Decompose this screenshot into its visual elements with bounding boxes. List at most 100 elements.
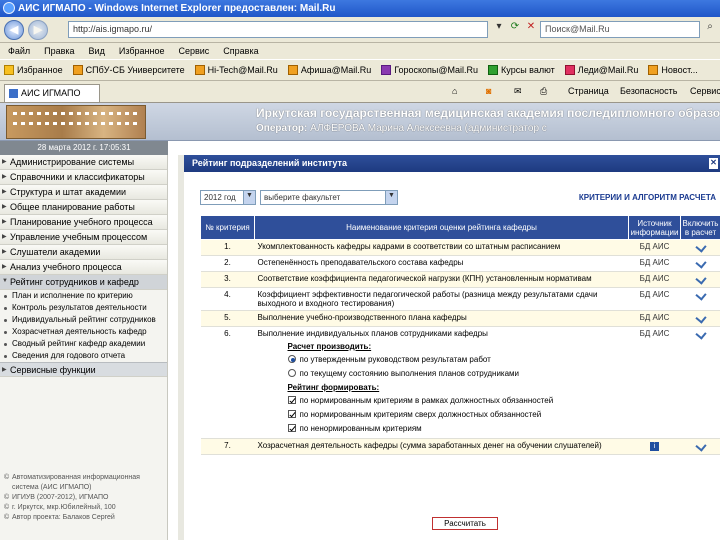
home-icon[interactable]: ⌂ — [452, 86, 457, 96]
mail-icon — [194, 65, 205, 75]
faculty-select[interactable]: выберите факультет ▼ — [260, 190, 398, 205]
address-bar: ◀ ▶ http://ais.igmapo.ru/ ▾ ⟳ ✕ Поиск@Ma… — [0, 17, 720, 43]
calc-options: Расчет производить: по утвержденным руко… — [287, 342, 626, 434]
favorites-bar: Избранное СПбУ-СБ Университете Hi-Tech@M… — [0, 59, 720, 81]
page-icon — [287, 65, 298, 75]
sidebar-item-service[interactable]: Сервисные функции — [0, 362, 167, 377]
menu-bar: Файл Правка Вид Избранное Сервис Справка — [0, 43, 720, 59]
col-header-source: Источник информации — [628, 215, 681, 240]
favorite-link[interactable]: Гороскопы@Mail.Ru — [381, 65, 478, 75]
refresh-icon[interactable]: ⟳ — [508, 21, 522, 37]
ie-logo-icon — [3, 2, 15, 14]
mail-icon[interactable]: ✉ — [514, 86, 522, 97]
include-checkbox[interactable] — [694, 257, 707, 269]
calc-mode-option[interactable]: по текущему состоянию выполнения планов … — [287, 367, 626, 379]
menu-tools[interactable]: Сервис — [178, 46, 209, 56]
include-checkbox[interactable] — [694, 440, 707, 452]
sidebar-item-analysis[interactable]: Анализ учебного процесса — [0, 260, 167, 275]
sidebar-subitem[interactable]: Хозрасчетная деятельность кафедр — [0, 326, 167, 338]
sidebar-item-structure[interactable]: Структура и штат академии — [0, 185, 167, 200]
calculate-button[interactable]: Рассчитать — [432, 517, 498, 530]
sidebar-menu: Администрирование системы Справочники и … — [0, 155, 168, 540]
main-panel: Рейтинг подразделений института ✕ 2012 г… — [184, 155, 720, 540]
sidebar-footer: Автоматизированная информационная систем… — [4, 473, 164, 523]
sidebar-item-references[interactable]: Справочники и классификаторы — [0, 170, 167, 185]
rating-mode-option[interactable]: по нормированным критериям сверх должнос… — [287, 408, 626, 420]
menu-file[interactable]: Файл — [8, 46, 30, 56]
sidebar-item-admin[interactable]: Администрирование системы — [0, 155, 167, 170]
info-icon[interactable]: i — [650, 442, 659, 451]
col-header-include: Включить в расчет — [680, 215, 720, 240]
page-icon — [72, 65, 83, 75]
calc-mode-title: Расчет производить: — [287, 342, 372, 351]
favorite-link[interactable]: Афиша@Mail.Ru — [287, 65, 371, 75]
dropdown-icon[interactable]: ▾ — [492, 21, 506, 37]
include-checkbox[interactable] — [694, 289, 707, 301]
radio-button[interactable] — [287, 355, 296, 363]
menu-view[interactable]: Вид — [89, 46, 105, 56]
favorite-link[interactable]: Hi-Tech@Mail.Ru — [194, 65, 278, 75]
window-titlebar: АИС ИГМАПО - Windows Internet Explorer п… — [0, 0, 720, 17]
checkbox[interactable] — [287, 410, 296, 418]
sidebar-subitem[interactable]: План и исполнение по критерию — [0, 290, 167, 302]
include-checkbox[interactable] — [694, 328, 707, 340]
col-header-name: Наименование критерия оценки рейтинга ка… — [254, 215, 629, 240]
dollar-icon — [488, 65, 499, 75]
calc-mode-option[interactable]: по утвержденным руководством результатам… — [287, 353, 626, 365]
zodiac-icon — [381, 65, 392, 75]
sidebar-subitem[interactable]: Индивидуальный рейтинг сотрудников — [0, 314, 167, 326]
search-input[interactable]: Поиск@Mail.Ru — [540, 21, 700, 38]
favorite-link[interactable]: Леди@Mail.Ru — [564, 65, 638, 75]
rating-mode-option[interactable]: по ненормированным критериям — [287, 422, 626, 434]
safety-menu[interactable]: Безопасность — [620, 86, 677, 96]
radio-button[interactable] — [287, 369, 296, 377]
algorithm-link[interactable]: КРИТЕРИИ И АЛГОРИТМ РАСЧЕТА — [579, 193, 716, 202]
menu-help[interactable]: Справка — [223, 46, 258, 56]
site-header: Иркутская государственная медицинская ак… — [0, 103, 720, 141]
sidebar-item-edu-planning[interactable]: Планирование учебного процесса — [0, 215, 167, 230]
sidebar-subitem[interactable]: Сведения для годового отчета — [0, 350, 167, 362]
sidebar-subitem[interactable]: Сводный рейтинг кафедр академии — [0, 338, 167, 350]
lady-icon — [564, 65, 575, 75]
sidebar-item-rating[interactable]: Рейтинг сотрудников и кафедр — [0, 275, 167, 290]
sidebar-item-planning[interactable]: Общее планирование работы — [0, 200, 167, 215]
favorite-link[interactable]: Новост... — [648, 65, 698, 75]
chevron-down-icon: ▼ — [243, 191, 255, 204]
favorite-link[interactable]: СПбУ-СБ Университете — [72, 65, 185, 75]
tools-menu[interactable]: Сервис — [690, 86, 720, 96]
col-header-number: № критерия — [200, 215, 255, 240]
checkbox[interactable] — [287, 424, 296, 432]
include-checkbox[interactable] — [694, 273, 707, 285]
print-icon[interactable]: ⎙ — [540, 86, 547, 97]
close-icon[interactable]: ✕ — [709, 158, 718, 169]
filter-row: 2012 год ▼ выберите факультет ▼ КРИТЕРИИ… — [200, 190, 720, 206]
forward-arrow-icon[interactable]: ▶ — [28, 19, 48, 40]
sidebar-item-students[interactable]: Слушатели академии — [0, 245, 167, 260]
criteria-table: № критерия Наименование критерия оценки … — [200, 215, 720, 455]
menu-edit[interactable]: Правка — [44, 46, 74, 56]
table-row: 1. Укомплектованность кафедры кадрами в … — [200, 239, 720, 256]
feeds-icon[interactable]: ◙ — [486, 86, 491, 96]
url-input[interactable]: http://ais.igmapo.ru/ — [68, 21, 488, 38]
year-select[interactable]: 2012 год ▼ — [200, 190, 256, 205]
stop-icon[interactable]: ✕ — [524, 21, 538, 37]
menu-favorites[interactable]: Избранное — [119, 46, 165, 56]
academy-building-image — [6, 105, 146, 139]
search-icon[interactable]: ⌕ — [703, 21, 717, 37]
sidebar-subitem[interactable]: Контроль результатов деятельности — [0, 302, 167, 314]
window-title: АИС ИГМАПО - Windows Internet Explorer п… — [18, 3, 336, 14]
sidebar-item-edu-management[interactable]: Управление учебным процессом — [0, 230, 167, 245]
checkbox[interactable] — [287, 396, 296, 404]
include-checkbox[interactable] — [694, 312, 707, 324]
favorites-button[interactable]: Избранное — [4, 65, 63, 75]
rating-mode-option[interactable]: по нормированным критериям в рамках долж… — [287, 394, 626, 406]
back-arrow-icon[interactable]: ◀ — [4, 19, 24, 40]
tab-ais[interactable]: АИС ИГМАПО — [4, 84, 100, 102]
tab-bar: АИС ИГМАПО ⌂ ◙ ✉ ⎙ Страница Безопасность… — [0, 81, 720, 103]
org-title: Иркутская государственная медицинская ак… — [256, 106, 720, 120]
include-checkbox[interactable] — [694, 241, 707, 253]
table-row: 4. Коэффициент эффективности педагогичес… — [200, 287, 720, 311]
star-icon — [4, 65, 14, 75]
page-menu[interactable]: Страница — [568, 86, 609, 96]
favorite-link[interactable]: Курсы валют — [488, 65, 555, 75]
